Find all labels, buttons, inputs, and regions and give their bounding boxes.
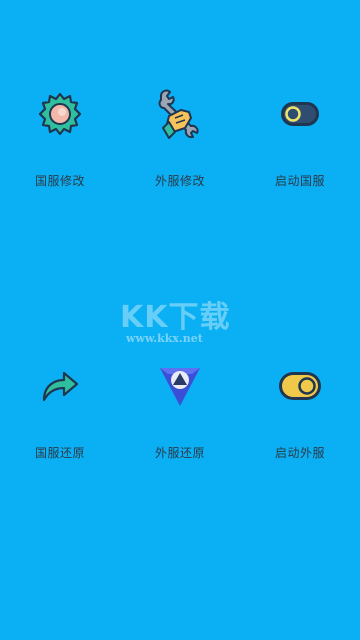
launch-cn-server-button[interactable]: 启动国服	[240, 84, 360, 194]
global-server-restore-label: 外服还原	[154, 446, 205, 460]
cn-server-restore-button[interactable]: 国服还原	[0, 356, 120, 466]
cn-server-modify-button[interactable]: 国服修改	[0, 84, 120, 194]
cn-server-modify-label: 国服修改	[34, 174, 85, 188]
launch-global-server-button[interactable]: 启动外服	[240, 356, 360, 466]
cn-server-restore-label: 国服还原	[34, 446, 85, 460]
global-server-modify-button[interactable]: 外服修改	[120, 84, 240, 194]
global-server-restore-button[interactable]: 外服还原	[120, 356, 240, 466]
share-arrow-icon	[30, 356, 90, 416]
watermark: KK下载 www.kkx.net	[118, 292, 248, 352]
watermark-url: www.kkx.net	[126, 332, 203, 345]
launch-global-server-label: 启动外服	[274, 446, 325, 460]
app-screen: 国服修改 外服修改 启动国服 国服还原 外服还原 启动外服 KK下载 www.k…	[0, 0, 360, 640]
gear-icon	[30, 84, 90, 144]
toggle-icon	[270, 84, 330, 144]
global-server-modify-label: 外服修改	[154, 174, 205, 188]
triangle-logo-icon	[150, 356, 210, 416]
wrench-hand-icon	[150, 84, 210, 144]
launch-cn-server-label: 启动国服	[274, 174, 325, 188]
watermark-logo: KK下载	[120, 300, 231, 335]
toggle-icon	[270, 356, 330, 416]
